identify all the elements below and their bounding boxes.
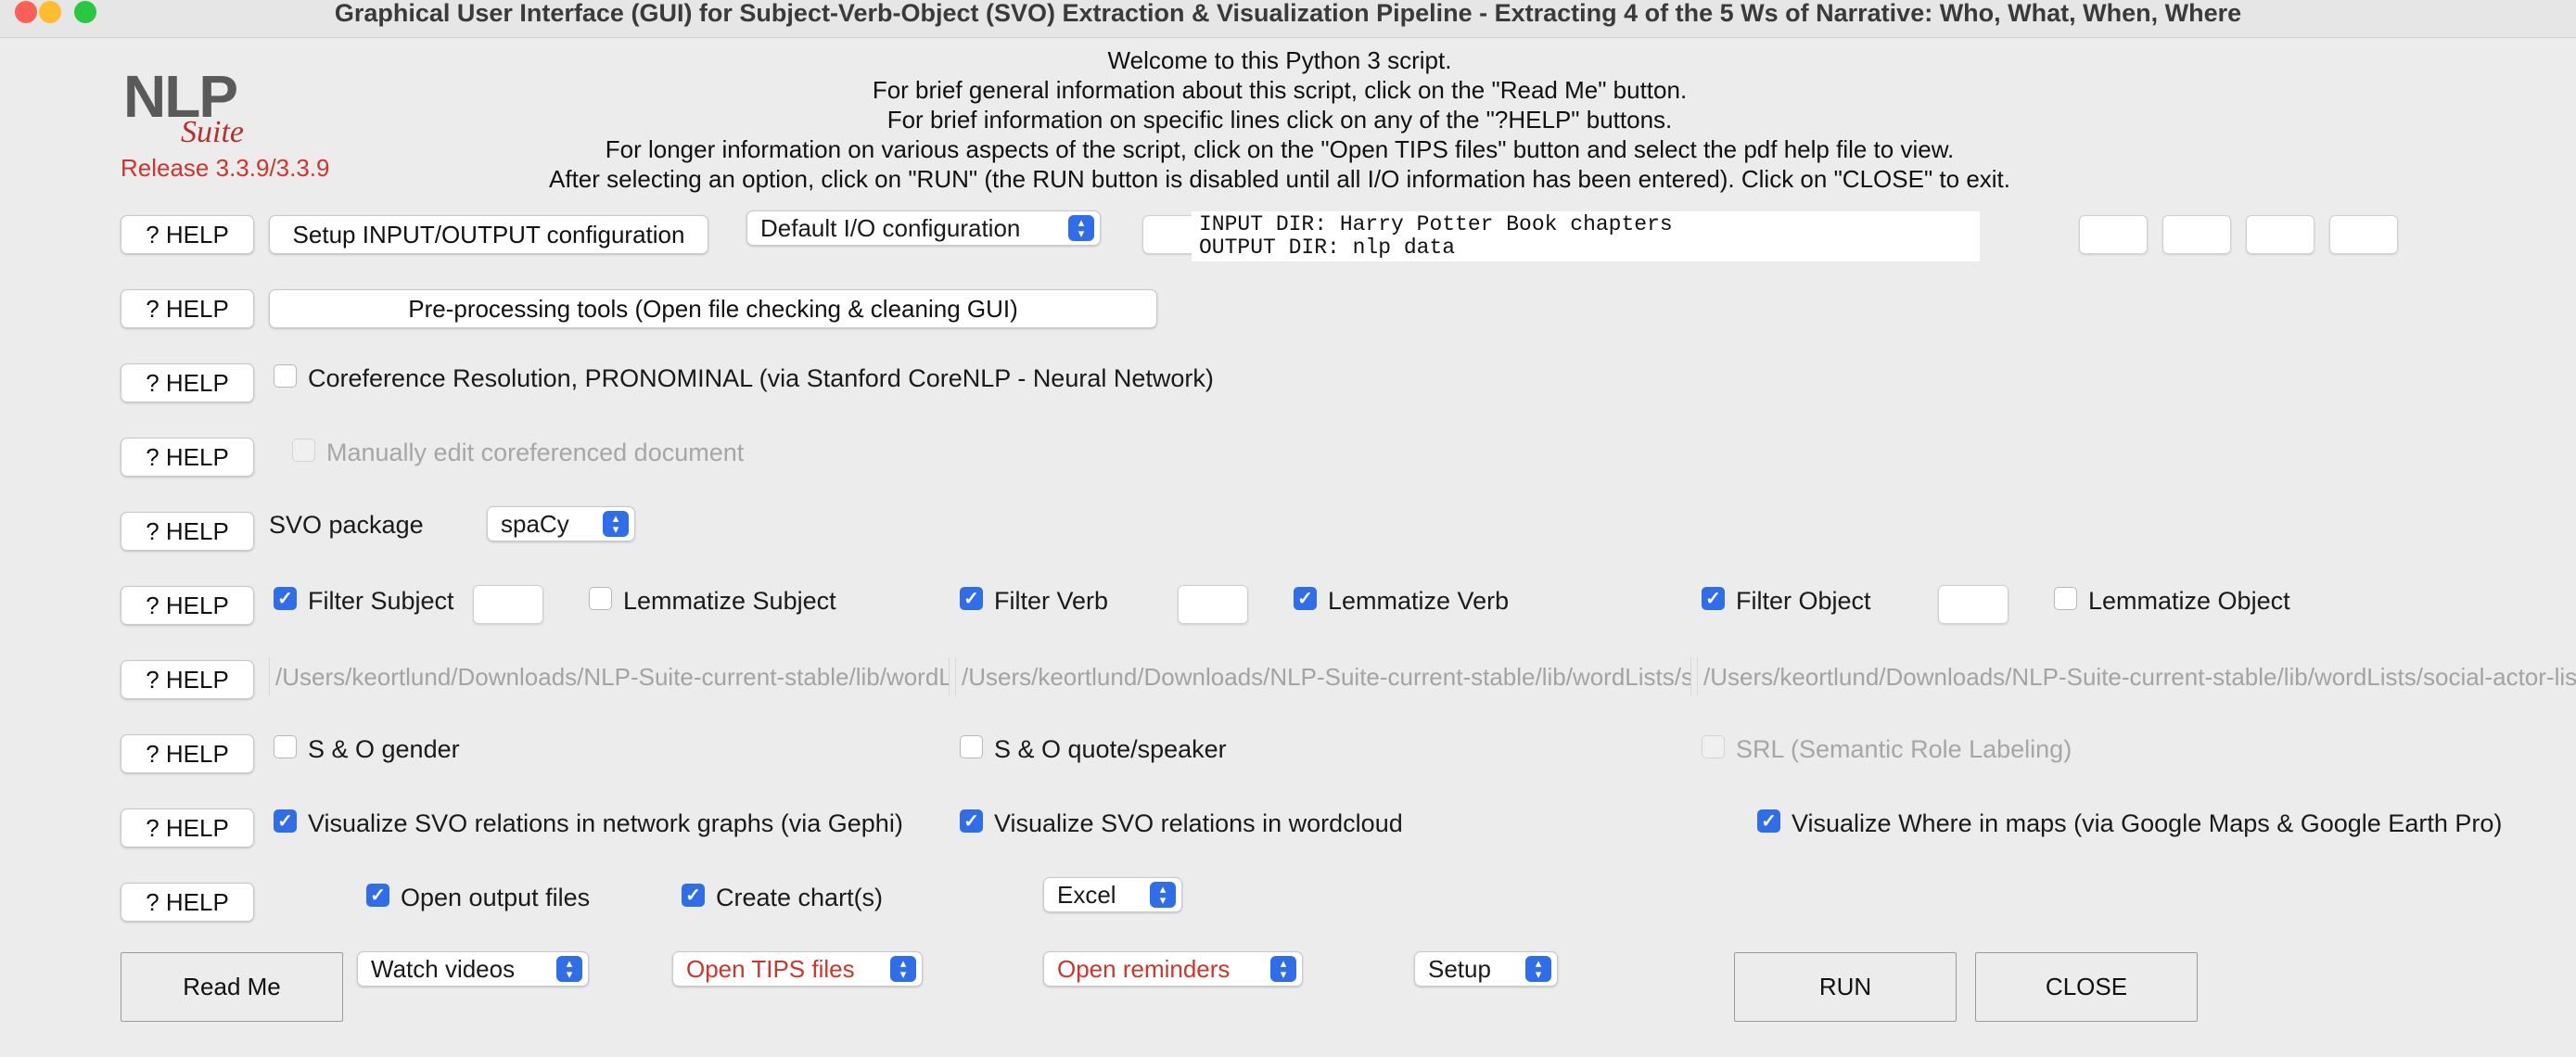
intro-line-4: For longer information on various aspect… [605, 135, 1955, 163]
open-output-label: Open output files [401, 884, 591, 911]
lemmatize-verb-checkbox[interactable]: ✓ [1294, 587, 1317, 610]
watch-videos-label: Watch videos [371, 955, 516, 983]
subject-list-path[interactable]: /Users/keortlund/Downloads/NLP-Suite-cur… [269, 657, 950, 696]
help-button-preprocessing[interactable]: ? HELP [121, 289, 254, 328]
gephi-label: Visualize SVO relations in network graph… [308, 809, 903, 837]
help-button-output[interactable]: ? HELP [121, 883, 254, 922]
help-button-manual-edit[interactable]: ? HELP [121, 438, 254, 477]
quote-checkbox[interactable] [960, 735, 983, 758]
intro-line-5: After selecting an option, click on "RUN… [549, 165, 2010, 193]
filter-subject-checkbox[interactable]: ✓ [274, 587, 297, 610]
maps-label: Visualize Where in maps (via Google Maps… [1792, 809, 2503, 837]
help-button-options[interactable]: ? HELP [121, 734, 254, 773]
svo-package-dropdown[interactable]: spaCy ▴ ▾ [487, 506, 635, 541]
run-button[interactable]: RUN [1734, 952, 1957, 1022]
chevron-updown-icon: ▴ ▾ [1270, 956, 1296, 982]
gender-label: S & O gender [308, 735, 460, 763]
open-reminders-label: Open reminders [1057, 955, 1231, 983]
help-button-io[interactable]: ? HELP [121, 215, 254, 254]
intro-line-1: Welcome to this Python 3 script. [1107, 46, 1452, 74]
io-indicator-field [1142, 215, 1192, 254]
preprocessing-tools-button[interactable]: Pre-processing tools (Open file checking… [269, 289, 1157, 328]
gender-checkbox[interactable] [274, 735, 297, 758]
io-config-value: Default I/O configuration [760, 214, 1021, 242]
lemmatize-subject-label: Lemmatize Subject [623, 587, 836, 615]
filter-object-label: Filter Object [1736, 587, 1871, 615]
create-charts-label: Create chart(s) [716, 884, 884, 911]
help-button-visualize[interactable]: ? HELP [121, 809, 254, 847]
chevron-updown-icon: ▴ ▾ [890, 956, 916, 982]
watch-videos-dropdown[interactable]: Watch videos ▴ ▾ [357, 951, 589, 987]
srl-checkbox [1702, 735, 1725, 758]
chevron-updown-icon: ▴ ▾ [556, 956, 582, 982]
io-extra-field-2[interactable] [2162, 215, 2231, 254]
help-button-coref[interactable]: ? HELP [121, 363, 254, 402]
chevron-updown-icon: ▴ ▾ [1525, 956, 1551, 982]
manual-edit-label: Manually edit coreferenced document [326, 439, 745, 466]
lemmatize-object-checkbox[interactable] [2054, 587, 2077, 610]
filter-verb-field[interactable] [1178, 585, 1248, 624]
svo-package-value: spaCy [501, 510, 569, 538]
coref-checkbox[interactable] [274, 364, 297, 388]
open-output-checkbox[interactable]: ✓ [366, 884, 389, 907]
filter-object-field[interactable] [1938, 585, 2009, 624]
lemmatize-subject-checkbox[interactable] [589, 587, 612, 610]
help-button-paths[interactable]: ? HELP [121, 660, 254, 699]
open-tips-label: Open TIPS files [686, 955, 855, 983]
window-title: Graphical User Interface (GUI) for Subje… [334, 0, 2242, 27]
srl-label: SRL (Semantic Role Labeling) [1736, 735, 2072, 763]
open-tips-dropdown[interactable]: Open TIPS files ▴ ▾ [672, 951, 923, 987]
filter-verb-checkbox[interactable]: ✓ [960, 587, 983, 610]
io-extra-field-3[interactable] [2246, 215, 2315, 254]
close-button[interactable]: CLOSE [1975, 952, 2198, 1022]
help-button-filters[interactable]: ? HELP [121, 586, 254, 625]
input-dir-text: INPUT DIR: Harry Potter Book chapters [1199, 212, 1673, 236]
intro-line-3: For brief information on specific lines … [886, 106, 1673, 134]
chevron-updown-icon: ▴ ▾ [1150, 882, 1176, 908]
chart-package-value: Excel [1057, 881, 1116, 909]
coref-label: Coreference Resolution, PRONOMINAL (via … [308, 364, 1214, 392]
lemmatize-verb-label: Lemmatize Verb [1328, 587, 1510, 615]
release-version: Release 3.3.9/3.3.9 [121, 154, 330, 182]
svo-package-label: SVO package [269, 511, 424, 539]
io-extra-field-4[interactable] [2329, 215, 2398, 254]
suite-logo: Suite [181, 115, 244, 149]
wordcloud-checkbox[interactable]: ✓ [960, 809, 983, 833]
object-list-path[interactable]: /Users/keortlund/Downloads/NLP-Suite-cur… [1697, 657, 2576, 696]
setup-dropdown[interactable]: Setup ▴ ▾ [1414, 951, 1558, 987]
filter-verb-label: Filter Verb [994, 587, 1109, 615]
chevron-updown-icon: ▴ ▾ [1068, 215, 1094, 241]
setup-label: Setup [1428, 955, 1491, 983]
io-config-dropdown[interactable]: Default I/O configuration ▴ ▾ [746, 210, 1101, 246]
intro-line-2: For brief general information about this… [872, 76, 1688, 104]
verb-list-path[interactable]: /Users/keortlund/Downloads/NLP-Suite-cur… [955, 657, 1691, 696]
filter-object-checkbox[interactable]: ✓ [1702, 587, 1725, 610]
output-dir-text: OUTPUT DIR: nlp data [1199, 236, 1456, 260]
chevron-updown-icon: ▴ ▾ [603, 511, 629, 537]
read-me-button[interactable]: Read Me [121, 952, 343, 1022]
title-bar: Graphical User Interface (GUI) for Subje… [0, 0, 2576, 38]
lemmatize-object-label: Lemmatize Object [2088, 587, 2290, 615]
filter-subject-label: Filter Subject [308, 587, 454, 615]
io-extra-field-1[interactable] [2079, 215, 2148, 254]
io-display: INPUT DIR: Harry Potter Book chapters OU… [1192, 211, 1980, 261]
gephi-checkbox[interactable]: ✓ [274, 809, 297, 833]
create-charts-checkbox[interactable]: ✓ [682, 884, 705, 907]
maps-checkbox[interactable]: ✓ [1757, 809, 1780, 833]
chart-package-dropdown[interactable]: Excel ▴ ▾ [1043, 877, 1182, 912]
quote-label: S & O quote/speaker [994, 735, 1227, 763]
wordcloud-label: Visualize SVO relations in wordcloud [994, 809, 1403, 837]
help-button-svo-package[interactable]: ? HELP [121, 512, 254, 551]
open-reminders-dropdown[interactable]: Open reminders ▴ ▾ [1043, 951, 1303, 987]
filter-subject-field[interactable] [473, 585, 543, 624]
manual-edit-checkbox [292, 439, 315, 462]
setup-io-button[interactable]: Setup INPUT/OUTPUT configuration [269, 215, 708, 254]
